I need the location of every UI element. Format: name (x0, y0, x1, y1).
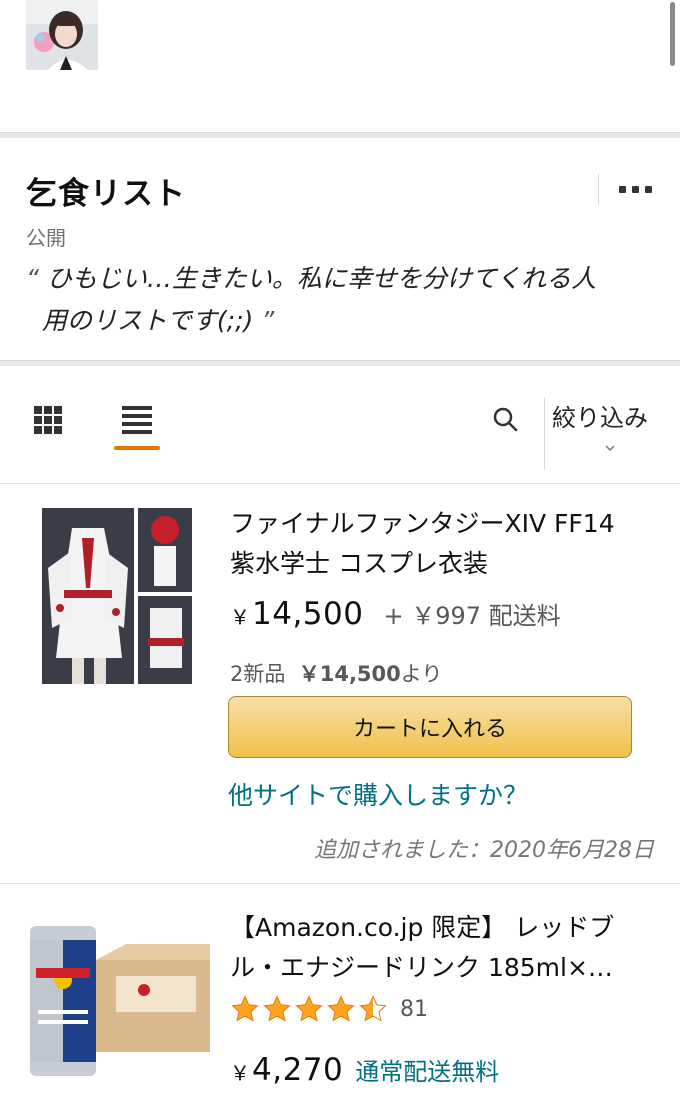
list-item: ファイナルファンタジーXIV FF14 紫水学士 コスプレ衣装 ￥ 14,500… (0, 484, 680, 884)
grid-view-icon[interactable] (34, 406, 62, 434)
star-full-icon (327, 995, 355, 1022)
product-image[interactable] (26, 920, 210, 1076)
product-title-line-1: 【Amazon.co.jp 限定】 レッドブ (230, 913, 615, 942)
free-shipping-label: 通常配送無料 (355, 1058, 500, 1086)
offers-count: 2新品 (230, 662, 286, 686)
open-quote: “ (26, 264, 39, 293)
shipping-cost: + ￥997 配送料 (383, 602, 561, 630)
chevron-down-icon (605, 445, 615, 452)
view-toolbar: 絞り込み (0, 366, 680, 484)
product-price: 14,500 (252, 596, 364, 632)
list-description: “ ひもじい…生きたい。私に幸せを分けてくれる人 用のリストです(;;) ” (26, 258, 666, 342)
star-full-icon (295, 995, 323, 1022)
product-title[interactable]: ファイナルファンタジーXIV FF14 紫水学士 コスプレ衣装 (230, 504, 660, 584)
added-date: 追加されました：2020年6月28日 (314, 838, 654, 863)
product-title[interactable]: 【Amazon.co.jp 限定】 レッドブ ル・エナジードリンク 185ml×… (230, 908, 660, 988)
add-to-cart-button[interactable]: カートに入れる (228, 696, 632, 758)
product-title-line-2: 紫水学士 コスプレ衣装 (230, 549, 488, 578)
list-item: 【Amazon.co.jp 限定】 レッドブ ル・エナジードリンク 185ml×… (0, 884, 680, 1112)
description-line-2: 用のリストです(;;) (41, 306, 254, 335)
list-view-icon[interactable] (122, 406, 152, 438)
currency-symbol: ￥ (230, 1061, 250, 1085)
list-visibility: 公開 (26, 226, 66, 250)
currency-symbol: ￥ (230, 605, 250, 629)
price-row: ￥ 4,270 通常配送無料 (230, 1052, 499, 1088)
more-dots-icon (619, 186, 652, 193)
filter-button[interactable]: 絞り込み (552, 398, 648, 433)
close-quote: ” (261, 306, 275, 335)
description-line-1: ひもじい…生きたい。私に幸せを分けてくれる人 (46, 264, 597, 293)
star-full-icon (231, 995, 259, 1022)
offers-summary[interactable]: 2新品 ￥14,500より (230, 658, 442, 688)
search-icon[interactable] (492, 406, 518, 432)
list-info: 乞食リスト 公開 “ ひもじい…生きたい。私に幸せを分けてくれる人 用のリストで… (0, 138, 680, 360)
active-view-indicator (114, 446, 160, 450)
list-title: 乞食リスト (26, 176, 186, 212)
avatar[interactable] (26, 0, 98, 70)
product-title-line-1: ファイナルファンタジーXIV FF14 (230, 509, 615, 538)
product-image[interactable] (42, 508, 192, 684)
star-full-icon (263, 995, 291, 1022)
more-options-button[interactable] (598, 174, 680, 204)
product-price: 4,270 (252, 1052, 344, 1088)
star-half-icon (359, 995, 387, 1022)
rating-count: 81 (400, 996, 428, 1022)
other-site-link[interactable]: 他サイトで購入しますか？ (228, 776, 528, 812)
rating-stars[interactable]: 81 (230, 994, 428, 1024)
filter-divider (544, 398, 545, 470)
list-header (0, 0, 680, 132)
offers-price: ￥14,500 (298, 662, 401, 686)
product-title-line-2: ル・エナジードリンク 185ml×… (230, 953, 613, 982)
offers-suffix: より (400, 662, 443, 686)
price-row: ￥ 14,500 + ￥997 配送料 (230, 596, 561, 632)
